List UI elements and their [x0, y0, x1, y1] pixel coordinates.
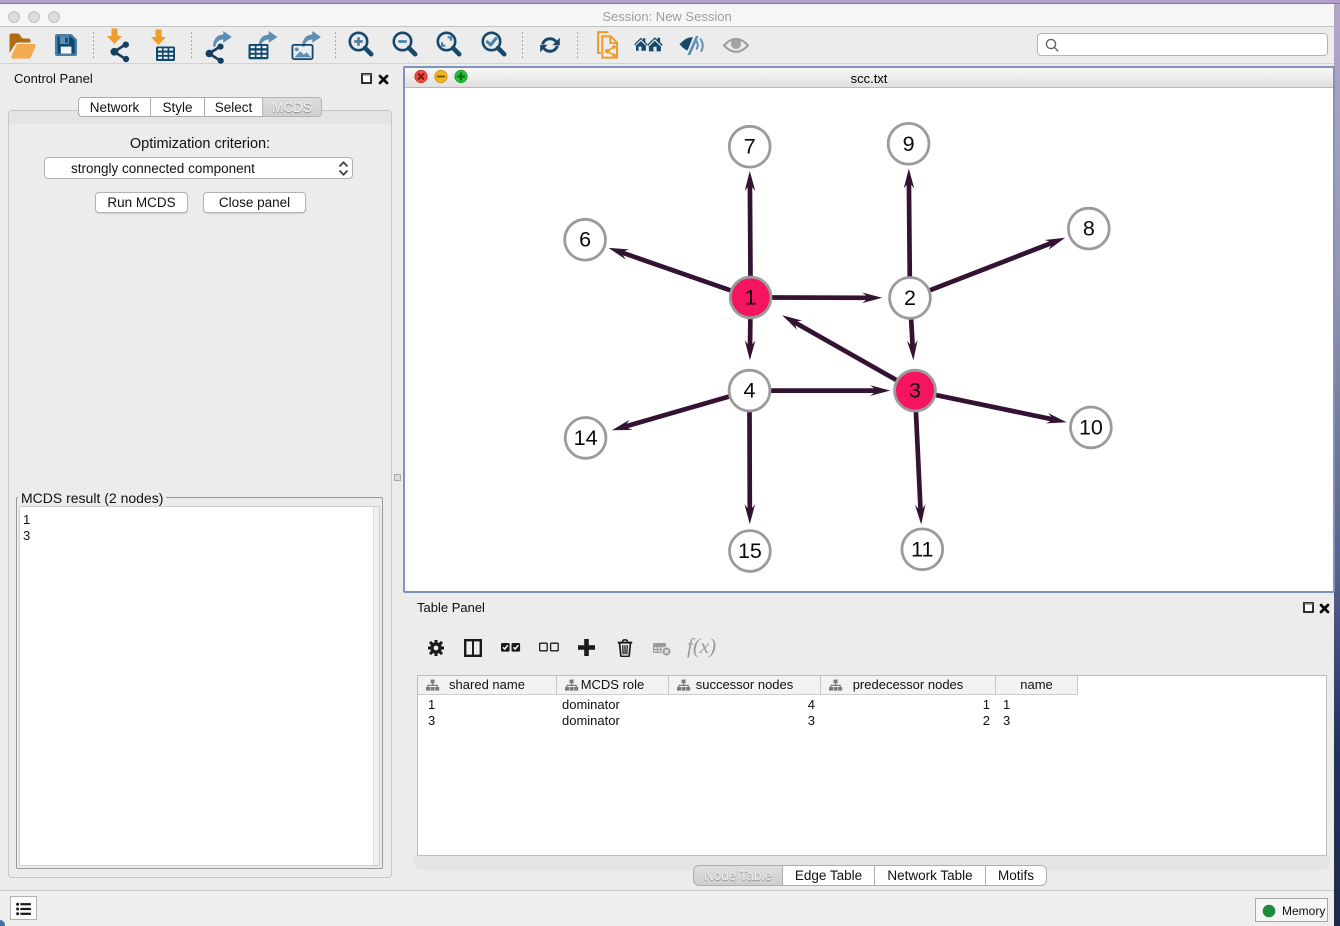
svg-text:9: 9	[903, 132, 915, 156]
svg-text:1: 1	[745, 285, 757, 309]
svg-text:8: 8	[1083, 217, 1095, 241]
svg-text:15: 15	[738, 539, 762, 563]
svg-text:4: 4	[744, 379, 756, 403]
svg-text:14: 14	[574, 426, 598, 450]
svg-text:7: 7	[744, 135, 756, 159]
svg-text:3: 3	[909, 379, 921, 403]
svg-text:6: 6	[579, 228, 591, 252]
svg-text:11: 11	[911, 537, 933, 561]
svg-text:2: 2	[904, 286, 916, 310]
svg-text:10: 10	[1079, 415, 1103, 439]
